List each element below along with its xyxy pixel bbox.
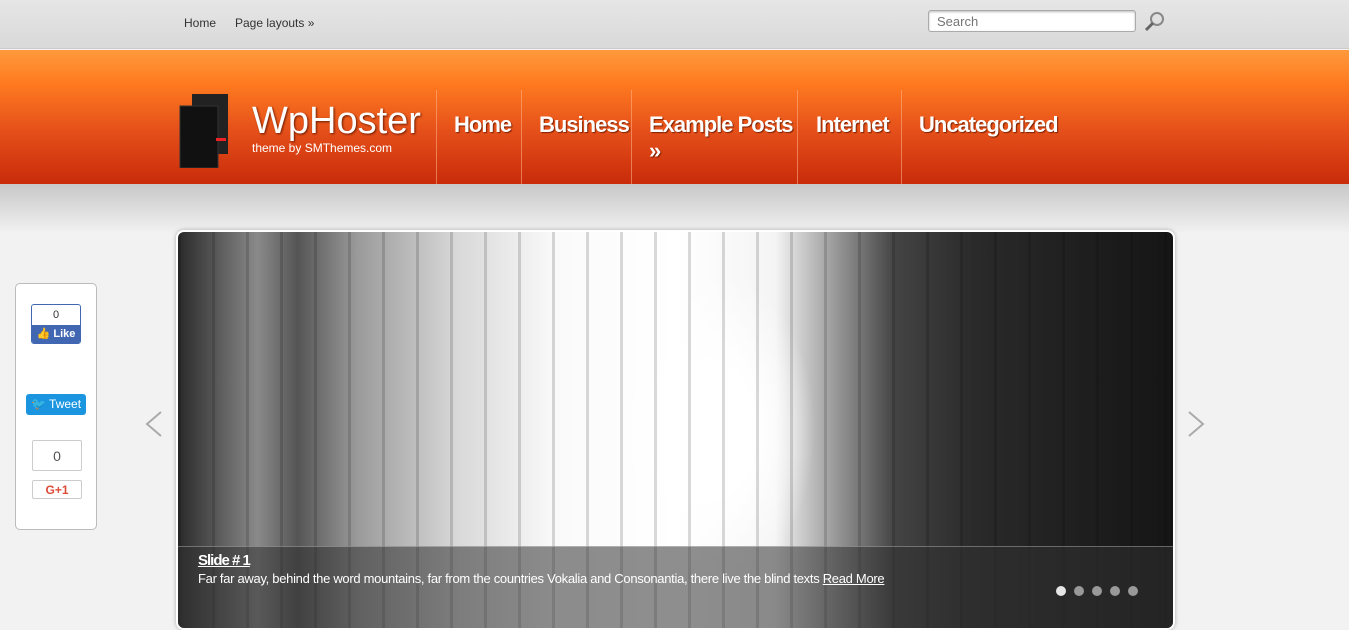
slide-caption xyxy=(178,546,1173,628)
search-icon[interactable] xyxy=(1143,10,1167,34)
search-input[interactable] xyxy=(928,10,1136,32)
slide-dot-4[interactable] xyxy=(1110,586,1120,596)
prev-arrow-icon[interactable] xyxy=(143,410,163,438)
slide-dot-3[interactable] xyxy=(1092,586,1102,596)
site-title[interactable]: WpHoster xyxy=(252,100,421,143)
top-link-home[interactable]: Home xyxy=(184,16,216,30)
slide-dot-1[interactable] xyxy=(1056,586,1066,596)
site-tagline: theme by SMThemes.com xyxy=(252,141,393,155)
image-slider[interactable]: Slide # 1 Far far away, behind the word … xyxy=(176,230,1175,630)
slide-dot-5[interactable] xyxy=(1128,586,1138,596)
nav-internet[interactable]: Internet xyxy=(797,90,902,184)
nav-example-posts[interactable]: Example Posts » xyxy=(631,90,798,184)
top-link-page-layouts[interactable]: Page layouts » xyxy=(235,16,314,30)
header-shadow xyxy=(0,184,1349,234)
facebook-like-count: 0 xyxy=(52,309,60,321)
facebook-like-label: Like xyxy=(53,328,76,340)
gplus-button[interactable]: G+1 xyxy=(32,480,82,499)
next-arrow-icon[interactable] xyxy=(1187,410,1207,438)
slide-dot-2[interactable] xyxy=(1074,586,1084,596)
facebook-like-button[interactable]: 0 👍 Like xyxy=(31,304,81,344)
nav-home[interactable]: Home xyxy=(436,90,522,184)
gplus-count: 0 xyxy=(32,440,82,471)
tweet-label: Tweet xyxy=(49,397,82,411)
slide-description: Far far away, behind the word mountains,… xyxy=(198,571,820,586)
share-box: 0 👍 Like 🐦 Tweet 0 G+1 xyxy=(15,283,97,530)
slide-text: Far far away, behind the word mountains,… xyxy=(198,571,885,586)
read-more-link[interactable]: Read More xyxy=(823,571,885,586)
tweet-button[interactable]: 🐦 Tweet xyxy=(26,394,86,415)
nav-business[interactable]: Business xyxy=(521,90,632,184)
slide-title[interactable]: Slide # 1 xyxy=(198,552,251,569)
top-bar: Home Page layouts » xyxy=(0,0,1349,49)
nav-uncategorized[interactable]: Uncategorized xyxy=(901,90,1059,184)
twitter-bird-icon: 🐦 xyxy=(30,397,46,411)
server-logo-icon xyxy=(179,94,228,168)
thumbs-up-icon: 👍 xyxy=(36,328,51,340)
